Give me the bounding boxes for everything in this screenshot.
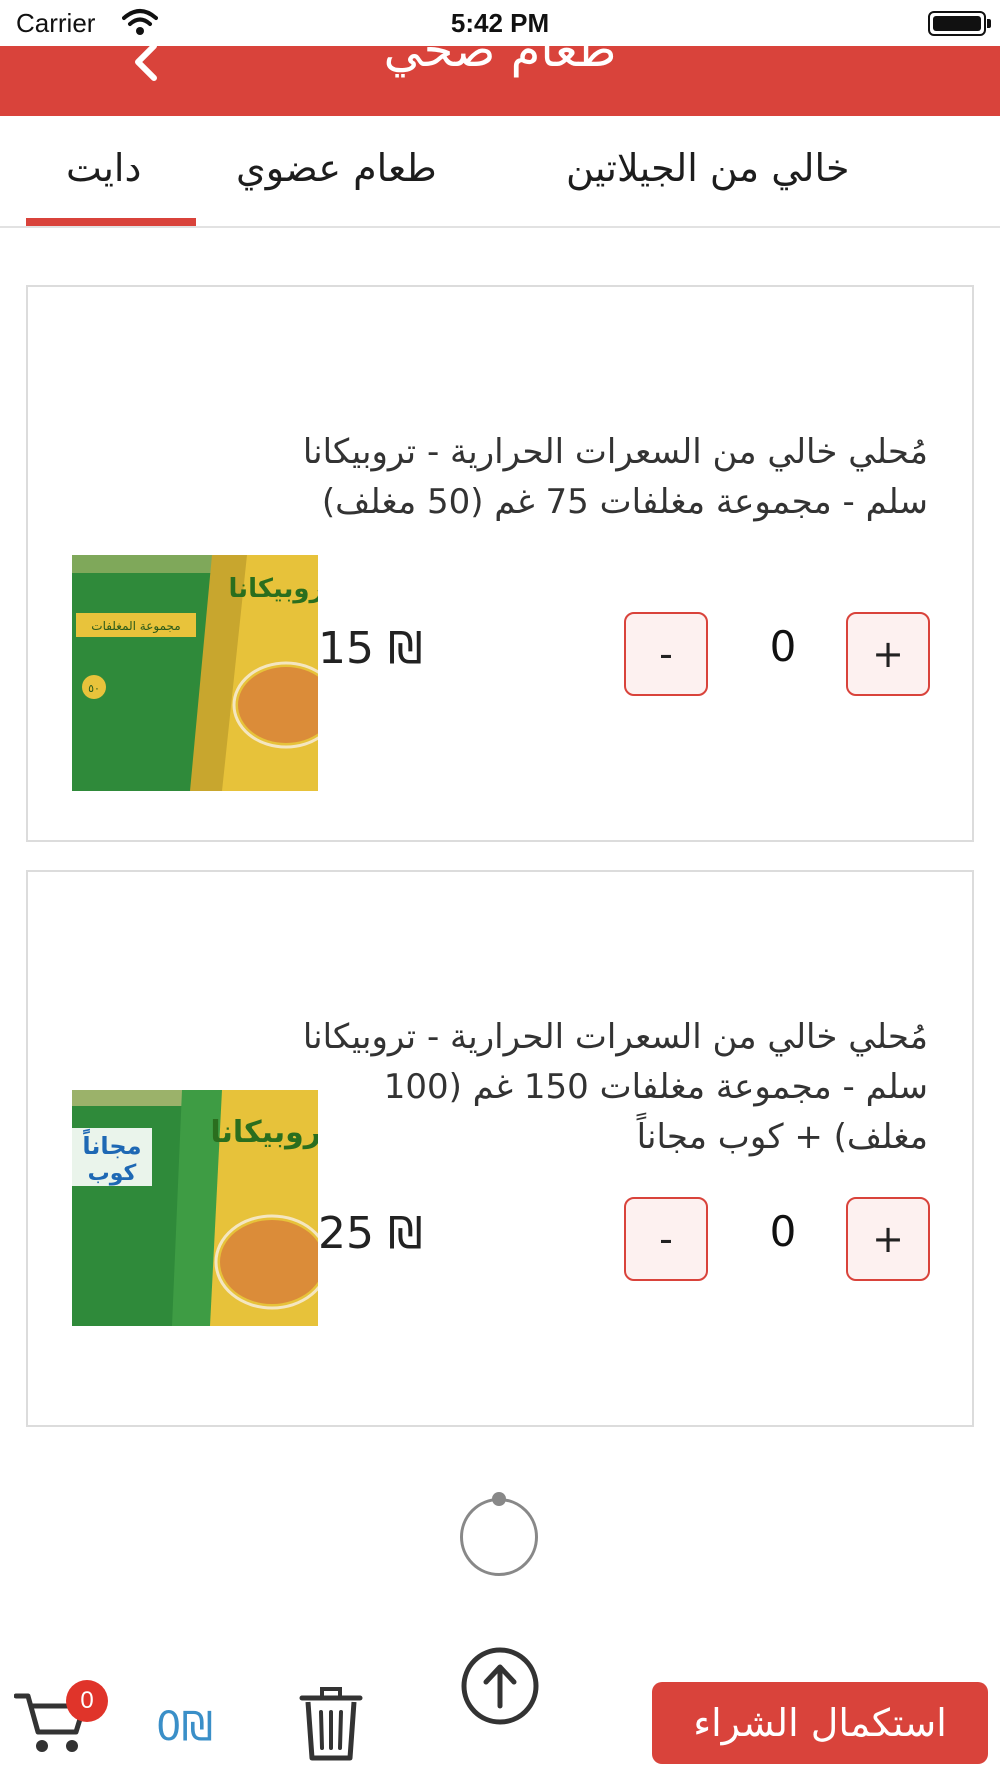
active-tab-indicator xyxy=(26,218,196,226)
package-brand-text: تروبيكانا xyxy=(210,1115,318,1150)
increase-quantity-button[interactable]: + xyxy=(846,1197,930,1281)
package-promo-bottom: كوب xyxy=(88,1161,137,1186)
cart-count-badge: 0 xyxy=(66,1680,108,1722)
scroll-top-icon[interactable] xyxy=(460,1646,540,1726)
product-description: مُحلي خالي من السعرات الحرارية - تروبيكا… xyxy=(302,1017,928,1157)
package-badge-text: ٥٠ xyxy=(88,682,100,695)
trash-icon[interactable] xyxy=(298,1686,364,1762)
decrease-quantity-button[interactable]: - xyxy=(624,1197,708,1281)
tab-organic-food[interactable]: طعام عضوي xyxy=(236,146,437,190)
tab-diet[interactable]: دايت xyxy=(66,146,141,190)
bottom-bar: 0 0₪ استكمال الشراء xyxy=(0,1632,1000,1778)
checkout-button[interactable]: استكمال الشراء xyxy=(652,1682,988,1764)
package-band-text: مجموعة المغلفات xyxy=(91,619,180,634)
package-brand-text: تروبيكانا xyxy=(229,574,318,604)
product-price: 25 ₪ xyxy=(318,1208,423,1259)
product-card: مُحلي خالي من السعرات الحرارية - تروبيكا… xyxy=(26,870,974,1427)
back-chevron-icon[interactable] xyxy=(128,44,162,84)
cart-total: 0₪ xyxy=(156,1704,213,1750)
increase-quantity-button[interactable]: + xyxy=(846,612,930,696)
category-tabs: خالي من الجيلاتين طعام عضوي دايت xyxy=(0,116,1000,228)
product-card: مُحلي خالي من السعرات الحرارية - تروبيكا… xyxy=(26,285,974,842)
status-bar: Carrier 5:42 PM xyxy=(0,0,1000,46)
quantity-value: 0 xyxy=(769,622,797,671)
status-time: 5:42 PM xyxy=(450,8,550,38)
app-header: طعام صحي xyxy=(0,42,1000,116)
package-promo-top: مجاناً xyxy=(82,1129,141,1160)
product-description: مُحلي خالي من السعرات الحرارية - تروبيكا… xyxy=(302,432,928,522)
quantity-value: 0 xyxy=(769,1207,797,1256)
tab-gelatin-free[interactable]: خالي من الجيلاتين xyxy=(566,146,850,190)
loading-spinner xyxy=(460,1492,538,1576)
decrease-quantity-button[interactable]: - xyxy=(624,612,708,696)
battery-icon xyxy=(928,11,991,36)
product-image[interactable]: تروبيكانا مجاناً كوب xyxy=(72,1090,318,1326)
product-image[interactable]: مجموعة المغلفات تروبيكانا ٥٠ xyxy=(72,555,318,791)
product-price: 15 ₪ xyxy=(318,623,423,674)
